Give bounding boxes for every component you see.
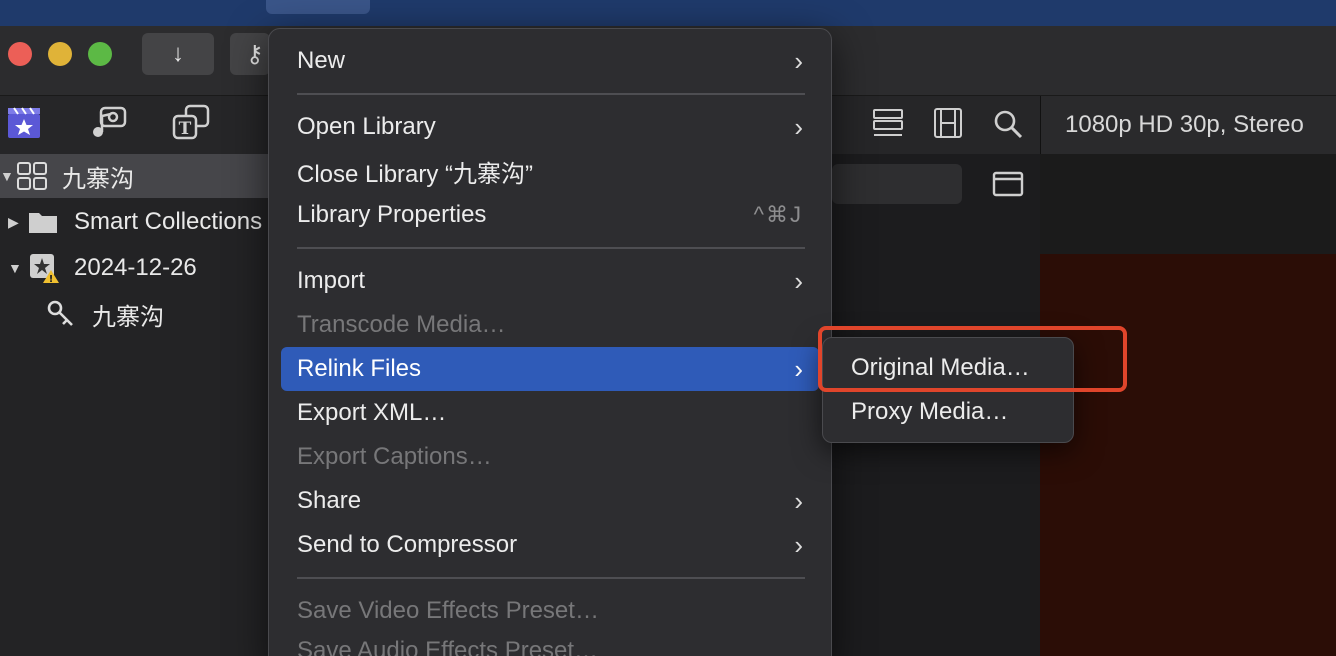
menu-item-label: Library Properties	[297, 201, 487, 228]
disclosure-open-icon[interactable]: ▼	[0, 168, 14, 184]
menu-separator	[297, 93, 805, 95]
menu-item-label: Save Video Effects Preset…	[297, 597, 599, 624]
menu-item-label: Transcode Media…	[297, 311, 506, 338]
key-icon: ⚷	[246, 40, 264, 68]
menu-item-close-library[interactable]: Close Library “九寨沟”	[281, 149, 819, 193]
library-grid-icon	[16, 161, 50, 191]
menu-separator	[297, 577, 805, 579]
menu-item-label: Export XML…	[297, 399, 447, 426]
filmstrip-toggle-icon[interactable]	[992, 170, 1024, 198]
sidebar-item-keyword[interactable]: 九寨沟	[0, 292, 164, 336]
menu-item-label: Close Library “九寨沟”	[297, 160, 534, 188]
menu-item-save-video-effects-preset: Save Video Effects Preset…	[281, 589, 819, 633]
menu-item-label: Relink Files	[297, 355, 422, 382]
file-menu: New › Open Library › Close Library “九寨沟”…	[268, 28, 832, 656]
file-menu-title[interactable]	[266, 0, 370, 14]
viewer-frame	[1040, 254, 1336, 656]
menu-item-transcode-media: Transcode Media…	[281, 303, 819, 347]
menu-separator	[297, 247, 805, 249]
clip-appearance-icon[interactable]	[870, 108, 906, 140]
close-window-button[interactable]	[8, 42, 32, 66]
chevron-right-icon: ›	[794, 485, 803, 516]
disclosure-open-icon[interactable]: ▼	[8, 260, 22, 276]
event-star-warning-icon: !	[28, 252, 60, 285]
library-row[interactable]: ▼ 九寨沟	[0, 154, 270, 198]
menu-item-share[interactable]: Share ›	[281, 479, 819, 523]
menu-item-relink-files[interactable]: Relink Files ›	[281, 347, 819, 391]
chevron-right-icon: ›	[794, 45, 803, 76]
menu-item-export-captions: Export Captions…	[281, 435, 819, 479]
shortcut-label: ^⌘J	[753, 202, 803, 227]
import-media-button[interactable]: ↓	[142, 33, 214, 75]
menu-bar	[0, 0, 1336, 26]
viewer-format-label: 1080p HD 30p, Stereo	[1040, 96, 1336, 154]
menu-item-label: Proxy Media…	[851, 398, 1009, 425]
menu-item-label: Export Captions…	[297, 443, 492, 470]
submenu-item-proxy-media[interactable]: Proxy Media…	[833, 390, 1065, 434]
sidebar-item-label: 九寨沟	[92, 303, 164, 331]
filmstrip-icon[interactable]	[930, 106, 966, 140]
sidebar-item-label: Smart Collections	[74, 208, 263, 235]
viewer-top	[1040, 154, 1336, 254]
svg-text:T: T	[179, 119, 192, 139]
menu-item-label: Save Audio Effects Preset…	[297, 637, 599, 656]
photos-audio-icon[interactable]	[88, 102, 128, 142]
sidebar-item-label: 2024-12-26	[74, 254, 197, 281]
chevron-right-icon: ›	[794, 529, 803, 560]
keyword-editor-button[interactable]: ⚷	[230, 33, 270, 75]
titles-generators-icon[interactable]: T	[170, 102, 210, 142]
menu-item-label: Send to Compressor	[297, 531, 518, 558]
menu-item-label: Open Library	[297, 113, 436, 140]
svg-text:!: !	[49, 274, 54, 284]
menu-item-import[interactable]: Import ›	[281, 259, 819, 303]
key-icon	[46, 299, 76, 329]
search-icon[interactable]	[990, 106, 1026, 142]
libraries-icon[interactable]	[4, 102, 44, 142]
sidebar-item-event[interactable]: ▼ ! 2024-12-26	[0, 246, 197, 290]
menu-item-save-audio-effects-preset: Save Audio Effects Preset…	[281, 629, 819, 656]
menu-item-export-xml[interactable]: Export XML…	[281, 391, 819, 435]
zoom-window-button[interactable]	[88, 42, 112, 66]
menu-item-label: Share	[297, 487, 362, 514]
chevron-right-icon: ›	[794, 265, 803, 296]
library-name: 九寨沟	[62, 165, 134, 193]
menu-item-send-to-compressor[interactable]: Send to Compressor ›	[281, 523, 819, 567]
folder-icon	[28, 210, 60, 234]
menu-item-label: Import	[297, 267, 366, 294]
menu-item-library-properties[interactable]: Library Properties ^⌘J	[281, 193, 819, 237]
menu-item-open-library[interactable]: Open Library ›	[281, 105, 819, 149]
download-arrow-icon: ↓	[172, 40, 184, 67]
chevron-right-icon: ›	[794, 353, 803, 384]
sidebar-item-smart-collections[interactable]: ▶ Smart Collections	[0, 200, 262, 244]
menu-item-new[interactable]: New ›	[281, 39, 819, 83]
search-field[interactable]	[832, 164, 962, 204]
annotation-highlight-box	[818, 326, 1127, 392]
menu-item-label: New	[297, 47, 346, 74]
minimize-window-button[interactable]	[48, 42, 72, 66]
chevron-right-icon: ›	[794, 111, 803, 142]
disclosure-closed-icon[interactable]: ▶	[8, 214, 22, 231]
